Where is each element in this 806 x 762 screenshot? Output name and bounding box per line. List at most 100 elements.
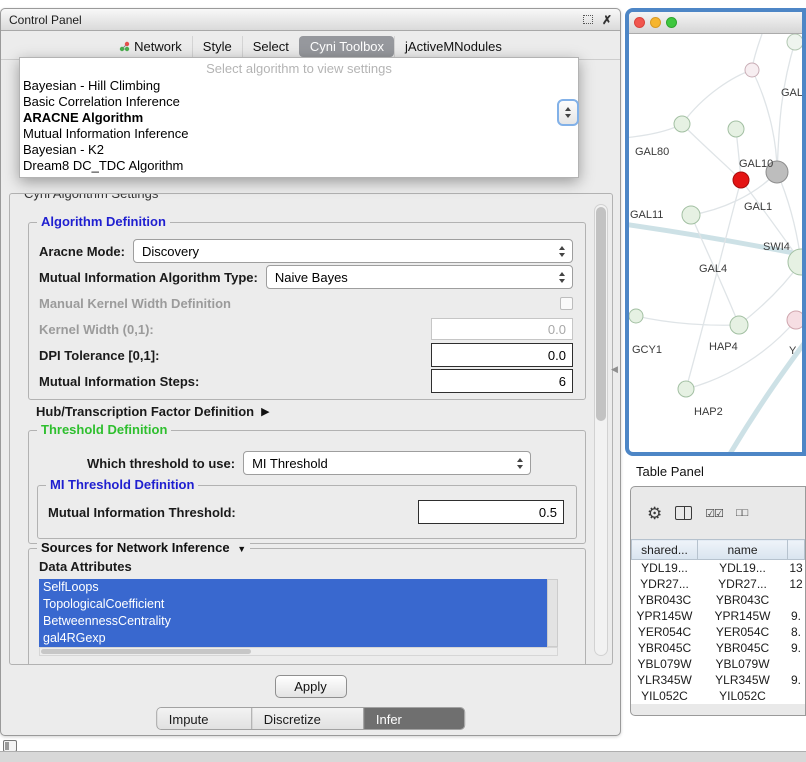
table-row[interactable]: YDL19...YDL19...13 bbox=[632, 560, 805, 576]
chevron-down-icon: ▼ bbox=[237, 544, 246, 554]
network-node[interactable] bbox=[728, 121, 744, 137]
algorithm-option-dream8-dc-tdc-algorithm[interactable]: Dream8 DC_TDC Algorithm bbox=[20, 158, 578, 174]
control-panel-window: Control Panel ✗ NetworkStyleSelectCyni T… bbox=[0, 8, 621, 736]
kernel-width-input[interactable] bbox=[431, 318, 573, 340]
table-row[interactable]: YBR045CYBR045C9. bbox=[632, 640, 805, 656]
sources-group-title[interactable]: Sources for Network Inference ▼ bbox=[37, 540, 250, 555]
table-row[interactable]: YPR145WYPR145W9. bbox=[632, 608, 805, 624]
mi-threshold-input[interactable] bbox=[418, 500, 564, 524]
zoom-window-icon[interactable] bbox=[666, 17, 677, 28]
settings-group-title: Cyni Algorithm Settings bbox=[20, 193, 162, 202]
table-row[interactable]: YIL052CYIL052C bbox=[632, 688, 805, 704]
network-node[interactable] bbox=[629, 309, 643, 323]
algorithm-option-aracne-algorithm[interactable]: ARACNE Algorithm bbox=[20, 110, 578, 126]
network-node[interactable] bbox=[678, 381, 694, 397]
table-settings-gear-icon[interactable]: ⚙ bbox=[647, 505, 662, 522]
mi-type-row: Mutual Information Algorithm Type: Naive… bbox=[39, 265, 573, 289]
network-node[interactable] bbox=[745, 63, 759, 77]
column-header-shared-name[interactable]: shared... bbox=[632, 540, 698, 560]
which-threshold-select[interactable]: MI Threshold bbox=[243, 451, 531, 475]
tab-select[interactable]: Select bbox=[242, 36, 299, 57]
settings-scrollbar-thumb[interactable] bbox=[596, 207, 606, 421]
aracne-mode-value: Discovery bbox=[142, 244, 559, 259]
algorithm-option-mutual-information-inference[interactable]: Mutual Information Inference bbox=[20, 126, 578, 142]
node-label-gal: GAL bbox=[781, 87, 802, 99]
mi-type-value: Naive Bayes bbox=[275, 270, 559, 285]
table-row[interactable]: YDR27...YDR27...12 bbox=[632, 576, 805, 592]
algorithm-definition-title: Algorithm Definition bbox=[37, 214, 170, 229]
tab-jactivemnodules[interactable]: jActiveMNodules bbox=[394, 36, 512, 57]
attribute-item-selfloops[interactable]: SelfLoops bbox=[39, 579, 547, 596]
algorithm-option-basic-correlation-inference[interactable]: Basic Correlation Inference bbox=[20, 94, 578, 110]
network-node[interactable] bbox=[730, 316, 748, 334]
manual-kernel-checkbox[interactable] bbox=[560, 297, 573, 310]
float-window-icon[interactable] bbox=[583, 15, 593, 24]
sources-title-text: Sources for Network Inference bbox=[41, 540, 230, 555]
node-label-gal80: GAL80 bbox=[635, 146, 669, 158]
data-attributes-label: Data Attributes bbox=[39, 559, 132, 574]
apply-button[interactable]: Apply bbox=[275, 675, 347, 698]
table-row[interactable]: YER054CYER054C8. bbox=[632, 624, 805, 640]
sources-group: Sources for Network Inference ▼ Data Att… bbox=[28, 548, 586, 665]
table-row[interactable]: YBL079WYBL079W bbox=[632, 656, 805, 672]
node-label-gal4: GAL4 bbox=[699, 263, 727, 275]
bottom-tab-discretize-data[interactable]: Discretize Data bbox=[251, 708, 363, 729]
popup-placeholder: Select algorithm to view settings bbox=[20, 60, 578, 78]
table-row[interactable]: YLR345WYLR345W9. bbox=[632, 672, 805, 688]
dpi-tolerance-row: DPI Tolerance [0,1]: bbox=[39, 343, 573, 367]
tab-network[interactable]: Network bbox=[109, 36, 192, 57]
mi-threshold-label: Mutual Information Threshold: bbox=[48, 505, 236, 520]
attribute-item-betweennesscentrality[interactable]: BetweennessCentrality bbox=[39, 613, 547, 630]
aracne-mode-select[interactable]: Discovery bbox=[133, 239, 573, 263]
close-panel-icon[interactable]: ✗ bbox=[602, 14, 612, 26]
network-node[interactable] bbox=[733, 172, 749, 188]
combo-spinner-icon bbox=[559, 271, 566, 284]
settings-scrollbar[interactable] bbox=[594, 204, 608, 656]
column-header-name[interactable]: name bbox=[698, 540, 788, 560]
hub-definition-toggle[interactable]: Hub/Transcription Factor Definition ▶ bbox=[36, 404, 270, 419]
minimize-window-icon[interactable] bbox=[650, 17, 661, 28]
table-body: YDL19...YDL19...13YDR27...YDR27...12YBR0… bbox=[632, 560, 805, 704]
network-view-window: GALGAL80GAL10GAL11GAL1SWI4GAL4GCY1HAP4YH… bbox=[625, 8, 806, 456]
attribute-item-gal4rgexp[interactable]: gal4RGexp bbox=[39, 630, 547, 647]
network-edge bbox=[636, 316, 739, 325]
manual-kernel-label: Manual Kernel Width Definition bbox=[39, 296, 231, 311]
network-node[interactable] bbox=[674, 116, 690, 132]
attributes-vertical-scrollbar[interactable] bbox=[547, 579, 558, 647]
control-panel-title: Control Panel bbox=[9, 13, 583, 27]
network-edge bbox=[682, 70, 752, 124]
select-all-icon[interactable]: ☑☑ bbox=[705, 507, 723, 520]
tab-style[interactable]: Style bbox=[192, 36, 242, 57]
mi-type-select[interactable]: Naive Bayes bbox=[266, 265, 573, 289]
mi-steps-label: Mutual Information Steps: bbox=[39, 374, 199, 389]
mi-threshold-row: Mutual Information Threshold: bbox=[48, 500, 564, 524]
table-panel-title: Table Panel bbox=[636, 464, 704, 479]
algorithm-option-bayesian-k2[interactable]: Bayesian - K2 bbox=[20, 142, 578, 158]
columns-icon[interactable] bbox=[675, 506, 692, 520]
tab-cyni-toolbox[interactable]: Cyni Toolbox bbox=[299, 36, 394, 57]
bottom-tab-infer-network[interactable]: Infer Network bbox=[363, 708, 464, 729]
algorithm-option-bayesian-hill-climbing[interactable]: Bayesian - Hill Climbing bbox=[20, 78, 578, 94]
network-node[interactable] bbox=[787, 34, 802, 50]
control-panel-tabs: NetworkStyleSelectCyni ToolboxjActiveMNo… bbox=[1, 33, 620, 60]
mi-steps-input[interactable] bbox=[431, 369, 573, 393]
network-node[interactable] bbox=[787, 311, 802, 329]
combo-spinner-icon bbox=[565, 106, 572, 119]
network-node[interactable] bbox=[682, 206, 700, 224]
deselect-all-icon[interactable]: □□ bbox=[736, 507, 747, 519]
bottom-tab-impute-data[interactable]: Impute Data bbox=[157, 708, 251, 729]
table-row[interactable]: YBR043CYBR043C bbox=[632, 592, 805, 608]
column-header-clipped[interactable] bbox=[788, 540, 805, 560]
close-window-icon[interactable] bbox=[634, 17, 645, 28]
attribute-item-topologicalcoefficient[interactable]: TopologicalCoefficient bbox=[39, 596, 547, 613]
algorithm-combobox-fragment[interactable] bbox=[557, 99, 579, 126]
network-canvas-svg[interactable]: GALGAL80GAL10GAL11GAL1SWI4GAL4GCY1HAP4YH… bbox=[629, 34, 802, 452]
attributes-horizontal-scrollbar[interactable] bbox=[39, 647, 558, 656]
node-label-gal11: GAL11 bbox=[630, 209, 663, 221]
dpi-tolerance-input[interactable] bbox=[431, 343, 573, 367]
manual-kernel-row: Manual Kernel Width Definition bbox=[39, 293, 573, 313]
network-tab-icon bbox=[119, 41, 130, 52]
algorithm-definition-group: Algorithm Definition Aracne Mode: Discov… bbox=[28, 222, 586, 400]
algorithm-popup-list: Bayesian - Hill ClimbingBasic Correlatio… bbox=[20, 78, 578, 174]
panel-collapse-handle[interactable]: ◀ bbox=[611, 364, 618, 375]
